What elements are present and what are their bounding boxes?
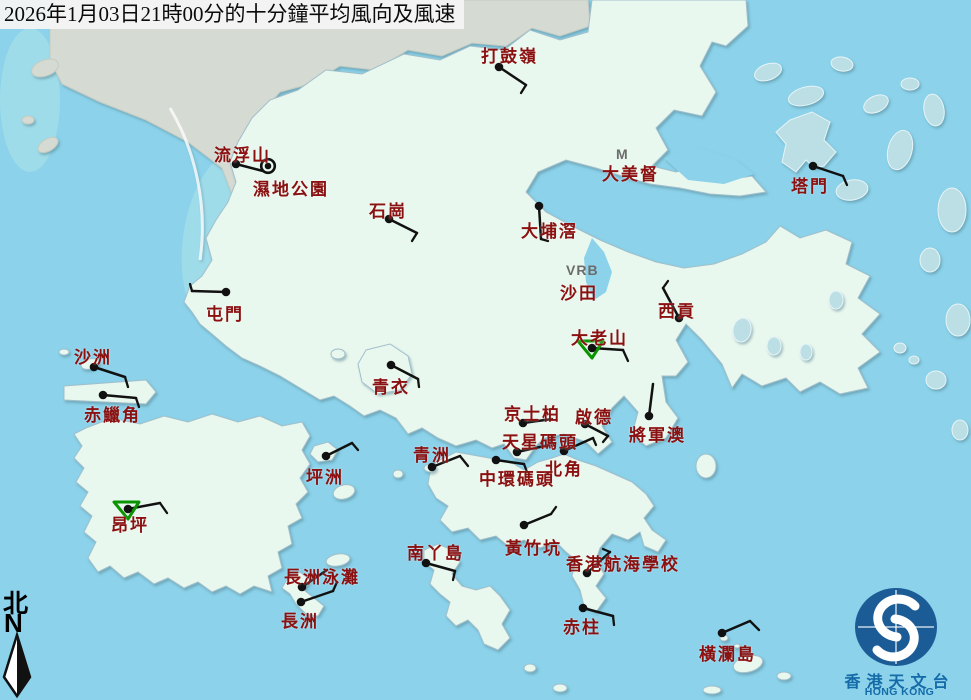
station-label-star-ferry: 天星碼頭 — [502, 428, 578, 453]
station-label-shek-kong: 石崗 — [369, 197, 407, 222]
station-note-sha-tin: VRB — [566, 262, 599, 278]
station-waglan-island[interactable] — [718, 621, 759, 637]
map-title: 2026年1月03日21時00分的十分鐘平均風向及風速 — [0, 0, 464, 29]
station-tuen-mun[interactable] — [190, 284, 230, 296]
north-arrow — [0, 580, 40, 700]
station-label-kai-tak: 啟德 — [575, 403, 613, 428]
station-label-green-island: 青洲 — [413, 441, 451, 466]
station-label-sha-tin: 沙田 — [560, 279, 598, 304]
station-dot-icon — [535, 202, 544, 211]
station-peng-chau[interactable] — [322, 443, 358, 460]
station-label-central-pier: 中環碼頭 — [479, 465, 555, 490]
station-dot-icon — [809, 162, 818, 171]
station-ta-kwu-ling[interactable] — [495, 63, 526, 93]
station-label-tsing-yi: 青衣 — [372, 373, 410, 398]
station-label-tai-mei-tuk: 大美督 — [602, 160, 659, 185]
wind-barb-layer — [0, 0, 971, 700]
station-wong-chuk-hang[interactable] — [520, 507, 556, 529]
station-label-waglan-island: 橫瀾島 — [699, 640, 756, 665]
station-dot-icon — [520, 521, 529, 530]
hko-logo-english: HONG KONG OBSERVATORY — [828, 686, 971, 700]
station-dot-icon — [387, 361, 396, 370]
station-dot-icon — [99, 391, 108, 400]
station-label-lamma-island: 南丫島 — [407, 539, 464, 564]
station-label-hk-sea-school: 香港航海學校 — [566, 550, 680, 575]
station-label-cheung-chau-beach: 長洲泳灘 — [284, 563, 360, 588]
station-tseung-kwan-o[interactable] — [645, 384, 654, 420]
station-label-tap-mun: 塔門 — [791, 172, 829, 197]
station-label-sha-chau: 沙洲 — [74, 343, 112, 368]
station-label-chek-lap-kok: 赤鱲角 — [84, 401, 141, 426]
station-label-tates-cairn: 大老山 — [571, 324, 628, 349]
station-dot-icon — [492, 456, 501, 465]
station-label-tuen-mun: 屯門 — [206, 300, 244, 325]
station-label-cheung-chau: 長洲 — [281, 607, 319, 632]
station-dot-icon — [222, 288, 231, 297]
station-label-peng-chau: 坪洲 — [306, 463, 344, 488]
station-label-ngong-ping: 昂坪 — [111, 511, 149, 536]
station-dot-icon — [322, 452, 331, 461]
station-label-lau-fau-shan: 流浮山 — [214, 141, 271, 166]
station-dot-icon — [645, 412, 654, 421]
station-label-wetland-park: 濕地公園 — [253, 175, 329, 200]
station-note-tai-mei-tuk: M — [616, 146, 629, 162]
hko-logo: 香港天文台 HONG KONG OBSERVATORY — [828, 582, 971, 700]
station-label-sai-kung: 西貢 — [658, 297, 696, 322]
station-label-tseung-kwan-o: 將軍澳 — [629, 421, 686, 446]
station-label-ta-kwu-ling: 打鼓嶺 — [481, 42, 538, 67]
station-dot-icon — [718, 629, 727, 638]
station-label-tai-po-kau: 大埔滘 — [521, 217, 578, 242]
station-label-stanley: 赤柱 — [563, 613, 601, 638]
wind-map-page: 打鼓嶺流浮山濕地公園石崗 大美督M 塔門大埔滘沙田VRB 屯門 西貢大老山沙洲赤鱲角 青衣… — [0, 0, 971, 700]
station-label-wong-chuk-hang: 黃竹坑 — [505, 534, 562, 559]
station-dot-icon — [297, 598, 306, 607]
station-dot-icon — [579, 604, 588, 613]
station-label-kings-park: 京士柏 — [504, 400, 561, 425]
